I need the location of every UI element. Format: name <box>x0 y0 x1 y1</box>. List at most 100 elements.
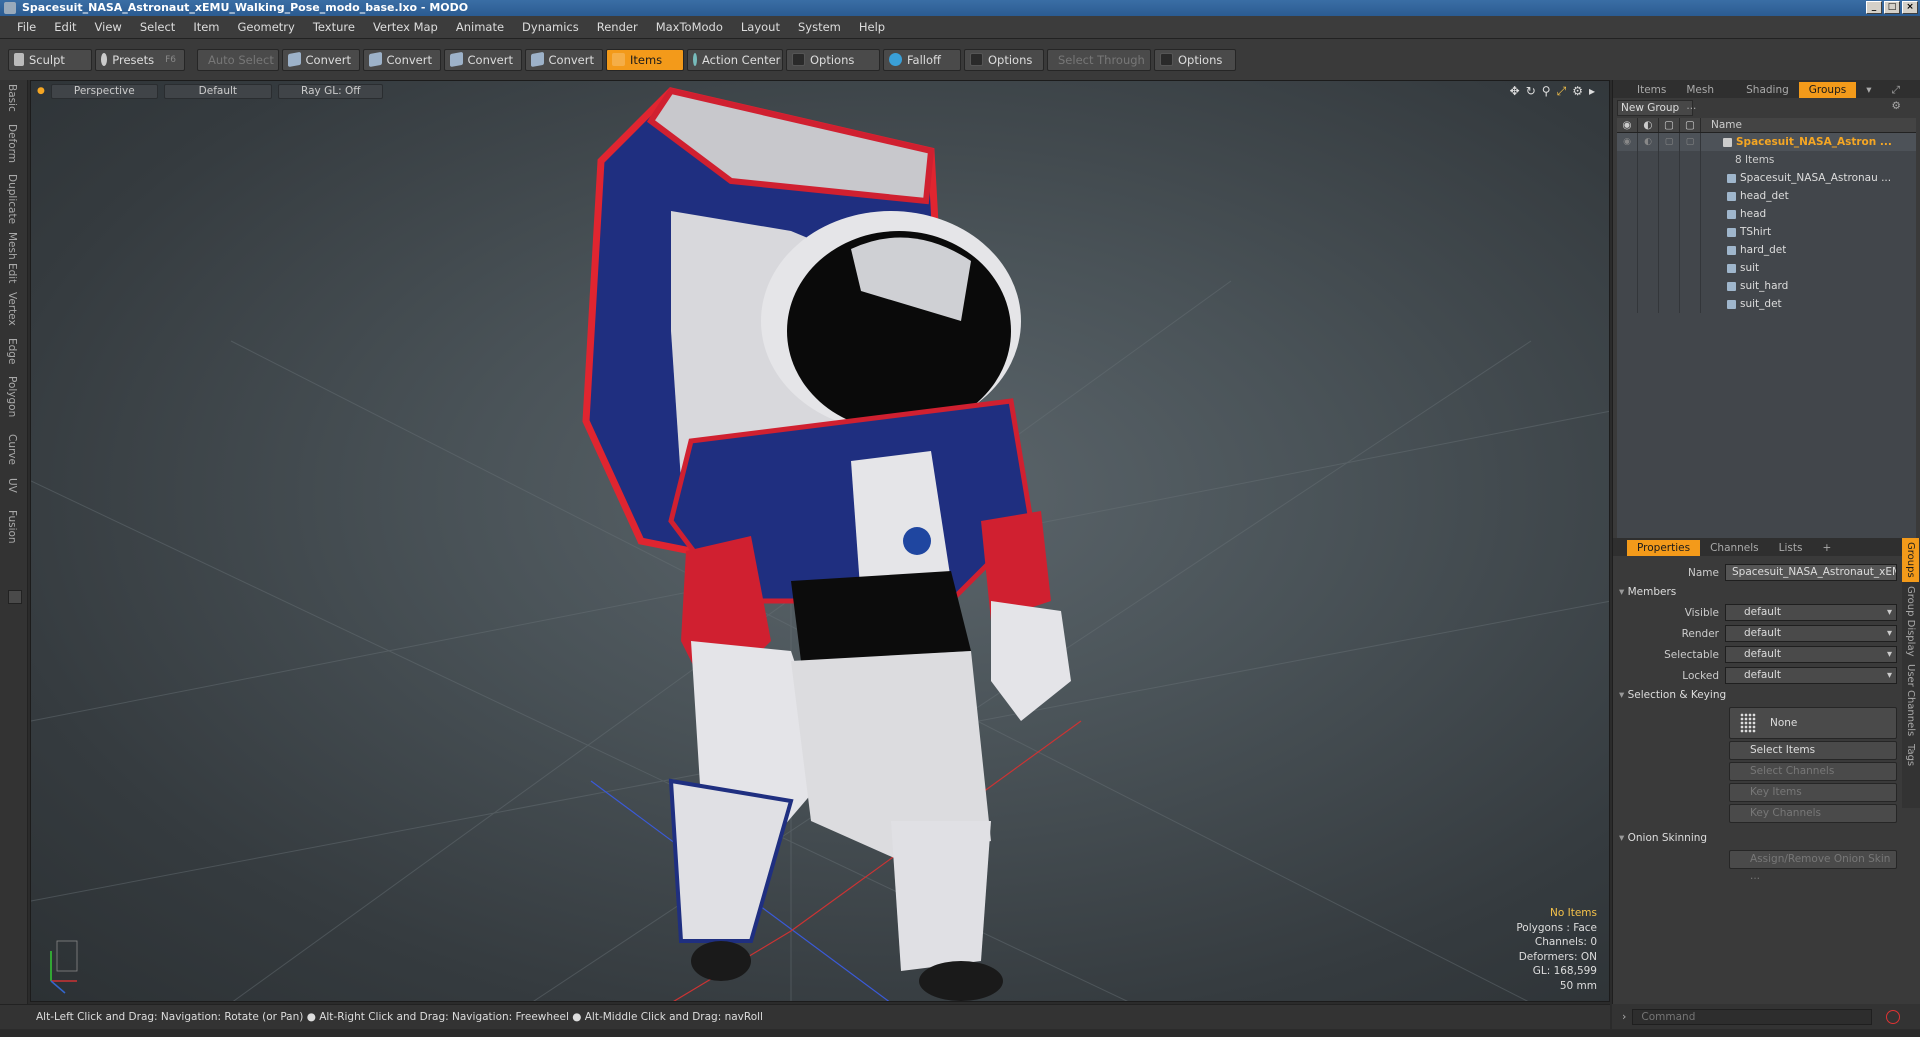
tab-groups[interactable]: Groups <box>1798 82 1857 98</box>
convert-button-3[interactable]: Convert <box>444 48 522 71</box>
options-button-2[interactable]: Options <box>964 48 1044 71</box>
options-button-3[interactable]: Options <box>1154 48 1236 71</box>
menu-vertex-map[interactable]: Vertex Map <box>364 20 447 34</box>
presets-button[interactable]: Presets F6 <box>95 48 185 71</box>
tab-vertex[interactable]: Vertex <box>6 292 18 326</box>
lock-icon[interactable]: ▢ <box>1680 118 1701 132</box>
tab-duplicate[interactable]: Duplicate <box>6 174 18 224</box>
menu-animate[interactable]: Animate <box>447 20 513 34</box>
tab-lists[interactable]: Lists <box>1769 540 1813 556</box>
select-channels-button[interactable]: Select Channels <box>1729 762 1897 781</box>
visibility-eye-icon[interactable]: ◉ <box>1617 118 1638 132</box>
name-field[interactable]: Spacesuit_NASA_Astronaut_xEM <box>1725 564 1897 581</box>
menu-system[interactable]: System <box>789 20 850 34</box>
perspective-button[interactable]: Perspective <box>50 83 158 99</box>
tab-polygon[interactable]: Polygon <box>6 376 18 417</box>
select-through-button[interactable]: Select Through <box>1047 48 1151 71</box>
convert-button-2[interactable]: Convert <box>363 48 441 71</box>
selectable-dropdown[interactable]: default <box>1725 646 1897 663</box>
raygl-button[interactable]: Ray GL: Off <box>278 83 384 99</box>
convert-button-1[interactable]: Convert <box>282 48 360 71</box>
tab-fusion[interactable]: Fusion <box>6 510 18 544</box>
group-row[interactable]: ◉ ◐ ▢ ▢ Spacesuit_NASA_Astron ... <box>1617 133 1916 151</box>
visible-dropdown[interactable]: default <box>1725 604 1897 621</box>
convert-button-4[interactable]: Convert <box>525 48 603 71</box>
sculpt-button[interactable]: Sculpt <box>8 48 92 71</box>
list-item[interactable]: head <box>1617 205 1916 223</box>
select-lock-icon[interactable]: ▢ <box>1659 118 1680 132</box>
menu-item[interactable]: Item <box>184 20 228 34</box>
menu-render[interactable]: Render <box>588 20 647 34</box>
locked-dropdown[interactable]: default <box>1725 667 1897 684</box>
list-item[interactable]: head_det <box>1617 187 1916 205</box>
zoom-icon[interactable]: ⚲ <box>1542 84 1551 99</box>
menu-dynamics[interactable]: Dynamics <box>513 20 588 34</box>
options-button-1[interactable]: Options <box>786 48 880 71</box>
list-item[interactable]: suit_hard <box>1617 277 1916 295</box>
tab-mesh[interactable]: Mesh ... <box>1676 82 1736 112</box>
assign-onion-skin-button[interactable]: Assign/Remove Onion Skin ... <box>1729 850 1897 882</box>
menu-edit[interactable]: Edit <box>45 20 85 34</box>
new-group-button[interactable]: New Group <box>1617 100 1693 116</box>
rotate-icon[interactable]: ↻ <box>1526 84 1536 99</box>
status-bar: Alt-Left Click and Drag: Navigation: Rot… <box>0 1004 1610 1029</box>
add-tab-button[interactable]: + <box>1812 540 1841 556</box>
shading-style-button[interactable]: Default <box>163 83 273 99</box>
action-center-button[interactable]: Action Center <box>687 48 783 71</box>
expand-panel-icon[interactable]: ⤢ ⚙ <box>1882 82 1920 112</box>
menu-file[interactable]: File <box>8 20 45 34</box>
tab-uv[interactable]: UV <box>6 478 18 493</box>
tab-channels[interactable]: Channels <box>1700 540 1769 556</box>
tab-properties[interactable]: Properties <box>1627 540 1701 556</box>
key-items-button[interactable]: Key Items <box>1729 783 1897 802</box>
command-input[interactable] <box>1632 1008 1873 1025</box>
side-tab-group-display[interactable]: Group Display <box>1902 582 1919 660</box>
side-tab-user-channels[interactable]: User Channels <box>1902 660 1919 740</box>
pan-icon[interactable]: ✥ <box>1510 84 1520 99</box>
render-dropdown[interactable]: default <box>1725 625 1897 642</box>
onion-skinning-section[interactable]: Onion Skinning <box>1613 829 1903 848</box>
list-item[interactable]: TShirt <box>1617 223 1916 241</box>
key-channels-button[interactable]: Key Channels <box>1729 804 1897 823</box>
members-section[interactable]: Members <box>1613 583 1903 602</box>
auto-select-button[interactable]: Auto Select <box>197 48 279 71</box>
menu-select[interactable]: Select <box>131 20 184 34</box>
menu-maxtomodo[interactable]: MaxToModo <box>647 20 732 34</box>
side-tab-tags[interactable]: Tags <box>1902 740 1919 770</box>
fit-icon[interactable]: ⤢ <box>1557 84 1567 99</box>
tab-deform[interactable]: Deform <box>6 124 18 163</box>
menu-texture[interactable]: Texture <box>304 20 364 34</box>
selection-keying-section[interactable]: Selection & Keying <box>1613 686 1903 705</box>
tab-curve[interactable]: Curve <box>6 434 18 465</box>
falloff-button[interactable]: Falloff <box>883 48 961 71</box>
list-item[interactable]: hard_det <box>1617 241 1916 259</box>
tab-shading[interactable]: Shading <box>1736 82 1799 98</box>
menu-geometry[interactable]: Geometry <box>229 20 304 34</box>
minimize-button[interactable]: _ <box>1866 1 1882 14</box>
menu-view[interactable]: View <box>86 20 131 34</box>
tab-basic[interactable]: Basic <box>6 84 18 112</box>
select-items-button[interactable]: Select Items <box>1729 741 1897 760</box>
3d-viewport[interactable]: ● Perspective Default Ray GL: Off ✥ ↻ ⚲ … <box>30 80 1610 1002</box>
maximize-button[interactable]: □ <box>1884 1 1900 14</box>
items-mode-button[interactable]: Items <box>606 48 684 71</box>
list-item[interactable]: Spacesuit_NASA_Astronau ... <box>1617 169 1916 187</box>
gear-icon[interactable]: ⚙ <box>1572 84 1583 99</box>
tab-items[interactable]: Items <box>1627 82 1676 98</box>
tabs-dropdown-icon[interactable]: ▾ <box>1856 82 1881 98</box>
menu-help[interactable]: Help <box>850 20 894 34</box>
none-button[interactable]: None <box>1729 707 1897 739</box>
expand-tabs-icon[interactable] <box>8 590 22 604</box>
viewport-menu-icon[interactable]: ● <box>37 86 45 96</box>
tab-edge[interactable]: Edge <box>6 338 18 364</box>
menu-layout[interactable]: Layout <box>732 20 789 34</box>
render-icon[interactable]: ◐ <box>1638 118 1659 132</box>
list-item[interactable]: suit_det <box>1617 295 1916 313</box>
tab-mesh-edit[interactable]: Mesh Edit <box>6 232 18 283</box>
chevron-right-icon[interactable]: ▸ <box>1589 84 1595 99</box>
list-item[interactable]: suit <box>1617 259 1916 277</box>
side-tab-groups[interactable]: Groups <box>1902 538 1919 582</box>
record-macro-icon[interactable] <box>1886 1009 1901 1024</box>
close-button[interactable]: × <box>1902 1 1918 14</box>
name-column-header[interactable]: Name <box>1701 118 1742 132</box>
